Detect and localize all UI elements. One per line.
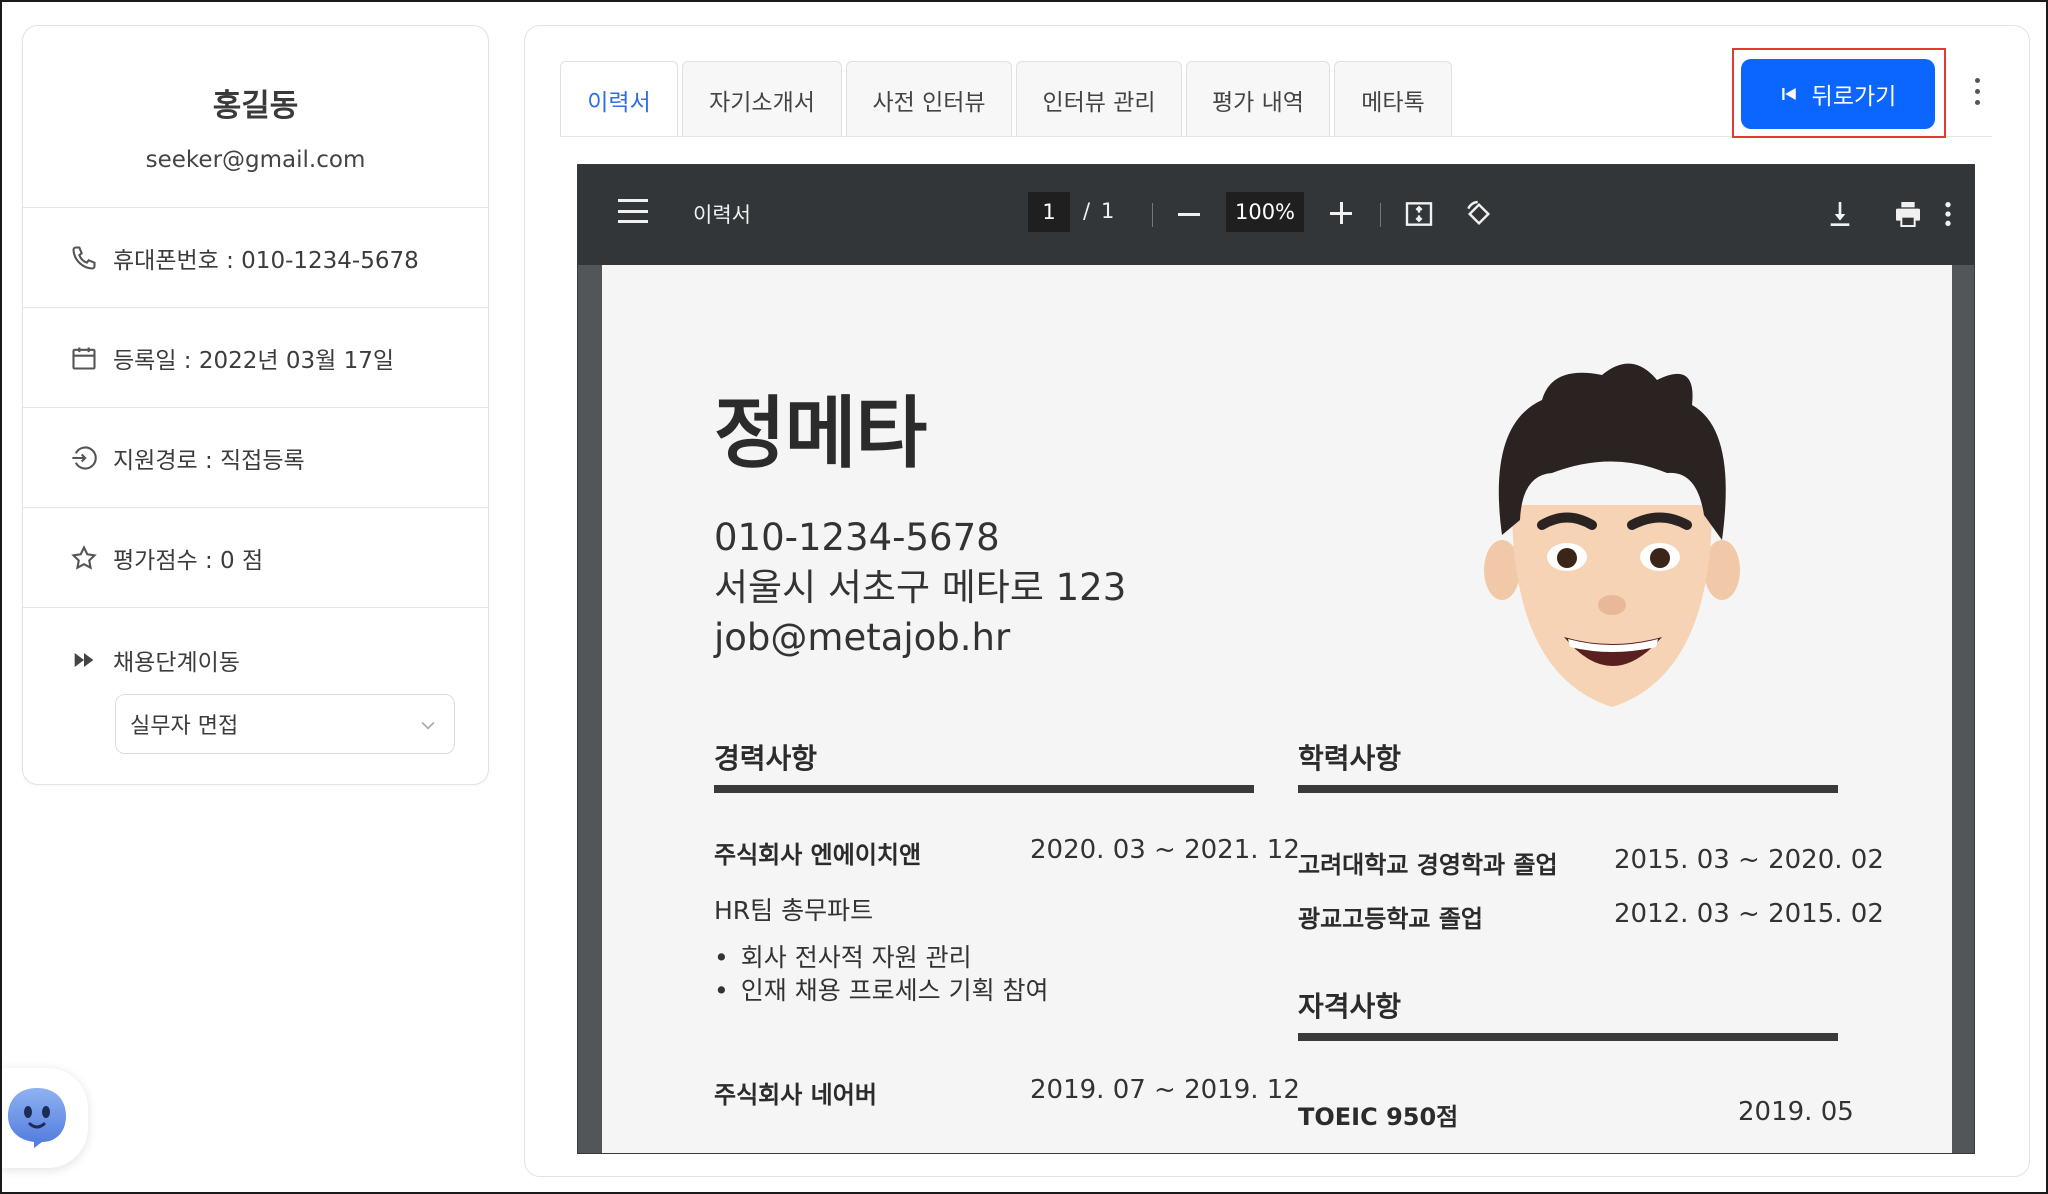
education-period: 2015. 03 ~ 2020. 02 bbox=[1614, 845, 1884, 875]
education-school: 고려대학교 경영학과 졸업 bbox=[1298, 851, 1558, 879]
toolbar-divider bbox=[1380, 203, 1381, 227]
career-company: 주식회사 네어버 bbox=[714, 1081, 877, 1109]
back-button[interactable]: 뒤로가기 bbox=[1741, 59, 1935, 129]
career-duty: 회사 전사적 자원 관리 bbox=[714, 941, 1049, 974]
rotate-icon[interactable] bbox=[1463, 198, 1495, 230]
tab-bar: 이력서 자기소개서 사전 인터뷰 인터뷰 관리 평가 내역 메타톡 bbox=[560, 61, 1456, 137]
app-frame: 홍길동 seeker@gmail.com 휴대폰번호 : 010-1234-56… bbox=[0, 0, 2048, 1194]
pdf-toolbar: 이력서 1 / 1 100% bbox=[578, 165, 1974, 265]
print-icon[interactable] bbox=[1892, 198, 1924, 230]
profile-card: 홍길동 seeker@gmail.com 휴대폰번호 : 010-1234-56… bbox=[22, 25, 489, 785]
career-title: 경력사항 bbox=[714, 742, 818, 775]
page-number-input[interactable]: 1 bbox=[1028, 192, 1070, 232]
back-button-label: 뒤로가기 bbox=[1811, 84, 1897, 110]
phone-row: 휴대폰번호 : 010-1234-5678 bbox=[23, 208, 488, 308]
pdf-viewer: 이력서 1 / 1 100% 정메타 010-1234-5678 서울시 서초구… bbox=[577, 164, 1975, 1154]
star-icon bbox=[69, 543, 99, 573]
pdf-page: 정메타 010-1234-5678 서울시 서초구 메타로 123 job@me… bbox=[602, 265, 1952, 1153]
fit-page-icon[interactable] bbox=[1403, 198, 1435, 230]
source-row: 지원경로 : 직접등록 bbox=[23, 408, 488, 508]
career-company: 주식회사 엔에이치앤 bbox=[714, 841, 922, 869]
score-row: 평가점수 : 0 점 bbox=[23, 508, 488, 608]
download-icon[interactable] bbox=[1824, 198, 1856, 230]
calendar-icon bbox=[69, 343, 99, 373]
more-options-icon[interactable] bbox=[1967, 78, 1987, 118]
resume-address: 서울시 서초구 메타로 123 bbox=[714, 566, 1127, 609]
toolbar-divider bbox=[1152, 203, 1153, 227]
registered-row: 등록일 : 2022년 03월 17일 bbox=[23, 308, 488, 408]
fast-forward-icon bbox=[69, 645, 99, 675]
pdf-title: 이력서 bbox=[693, 203, 751, 227]
cert-date: 2019. 05 bbox=[1738, 1097, 1854, 1127]
phone-text: 휴대폰번호 : 010-1234-5678 bbox=[113, 247, 419, 274]
chevron-down-icon bbox=[421, 721, 435, 730]
tab-evaluation-history[interactable]: 평가 내역 bbox=[1186, 61, 1330, 137]
tab-resume[interactable]: 이력서 bbox=[560, 61, 678, 137]
tab-interview-management[interactable]: 인터뷰 관리 bbox=[1016, 61, 1182, 137]
profile-avatar bbox=[1484, 363, 1740, 707]
profile-email: seeker@gmail.com bbox=[145, 147, 366, 173]
tab-cover-letter[interactable]: 자기소개서 bbox=[682, 61, 842, 137]
more-vertical-icon[interactable] bbox=[1932, 198, 1964, 230]
tab-pre-interview[interactable]: 사전 인터뷰 bbox=[846, 61, 1012, 137]
skip-back-icon bbox=[1781, 88, 1796, 100]
stage-select[interactable]: 실무자 면접 bbox=[115, 694, 455, 754]
education-title: 학력사항 bbox=[1298, 742, 1402, 775]
chatbot-icon bbox=[8, 1088, 66, 1148]
education-period: 2012. 03 ~ 2015. 02 bbox=[1614, 899, 1884, 929]
zoom-level[interactable]: 100% bbox=[1226, 192, 1304, 232]
login-icon bbox=[69, 443, 99, 473]
resume-email: job@metajob.hr bbox=[714, 616, 1011, 659]
resume-contact: 010-1234-5678 서울시 서초구 메타로 123 job@metajo… bbox=[714, 513, 1126, 663]
registered-text: 등록일 : 2022년 03월 17일 bbox=[113, 347, 395, 374]
main-panel: 이력서 자기소개서 사전 인터뷰 인터뷰 관리 평가 내역 메타톡 뒤로가기 이… bbox=[524, 25, 2030, 1177]
cert-rule bbox=[1298, 1033, 1838, 1041]
career-period: 2019. 07 ~ 2019. 12 bbox=[1030, 1075, 1300, 1105]
stage-row: 채용단계이동 bbox=[23, 608, 488, 704]
cert-name: TOEIC 950점 bbox=[1298, 1103, 1459, 1131]
career-rule bbox=[714, 785, 1254, 793]
profile-header: 홍길동 seeker@gmail.com bbox=[23, 26, 488, 208]
zoom-in-icon[interactable] bbox=[1330, 202, 1352, 224]
page-separator: / bbox=[1083, 199, 1091, 223]
score-text: 평가점수 : 0 점 bbox=[113, 547, 264, 574]
zoom-out-icon[interactable] bbox=[1178, 213, 1200, 216]
profile-name: 홍길동 bbox=[212, 88, 299, 124]
career-team: HR팀 총무파트 bbox=[714, 896, 874, 925]
career-duties: 회사 전사적 자원 관리 인재 채용 프로세스 기획 참여 bbox=[714, 941, 1049, 1007]
resume-phone: 010-1234-5678 bbox=[714, 516, 1000, 559]
education-rule bbox=[1298, 785, 1838, 793]
menu-icon[interactable] bbox=[618, 199, 648, 223]
stage-select-value: 실무자 면접 bbox=[130, 714, 239, 739]
resume-name: 정메타 bbox=[714, 389, 927, 479]
cert-title: 자격사항 bbox=[1298, 990, 1402, 1023]
source-text: 지원경로 : 직접등록 bbox=[113, 447, 305, 474]
page-total: 1 bbox=[1101, 199, 1115, 223]
career-period: 2020. 03 ~ 2021. 12 bbox=[1030, 835, 1300, 865]
tab-metatalk[interactable]: 메타톡 bbox=[1334, 61, 1452, 137]
career-duty: 인재 채용 프로세스 기획 참여 bbox=[714, 974, 1049, 1007]
education-school: 광교고등학교 졸업 bbox=[1298, 905, 1483, 933]
phone-icon bbox=[69, 243, 99, 273]
chatbot-launcher[interactable] bbox=[2, 1068, 88, 1168]
stage-label: 채용단계이동 bbox=[113, 650, 240, 676]
